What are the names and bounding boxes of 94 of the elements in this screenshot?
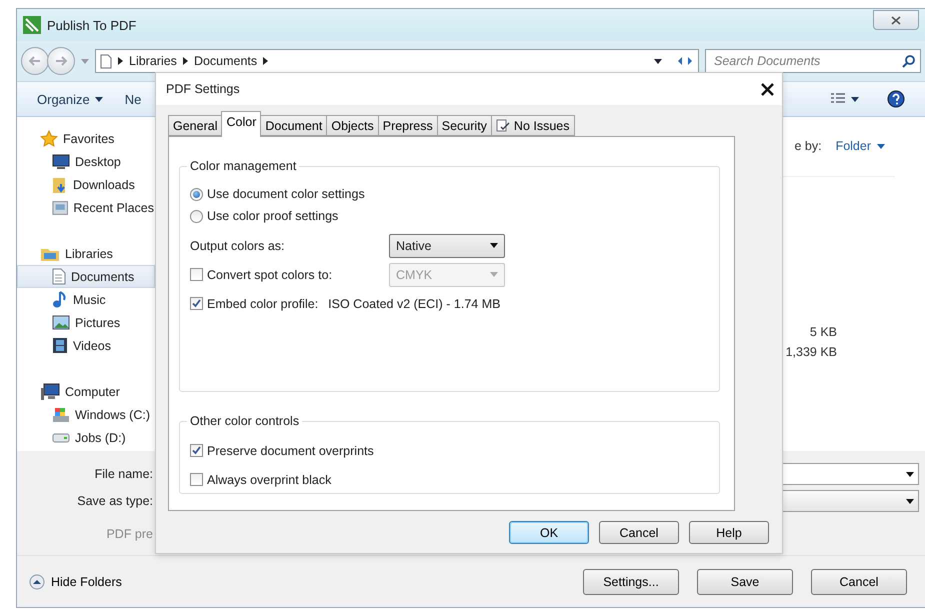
dialog-button[interactable]: Settings...	[583, 568, 679, 594]
dialog-title: PDF Settings	[166, 82, 240, 96]
monitor-icon	[52, 154, 70, 170]
app-logo-icon	[23, 16, 41, 34]
radio-button[interactable]	[190, 188, 203, 200]
tab[interactable]: Prepress	[378, 115, 438, 136]
tab[interactable]: Document	[260, 115, 328, 136]
option-label: Convert spot colors to:	[207, 268, 332, 282]
caret-icon	[877, 144, 885, 148]
field-label: File name:	[94, 466, 153, 483]
arrange-dropdown[interactable]: Folder	[836, 139, 885, 153]
close-button[interactable]	[761, 82, 774, 96]
option-label: Preserve document overprints	[207, 444, 374, 458]
sidebar-item[interactable]: Libraries	[17, 242, 155, 265]
document-icon	[52, 268, 66, 285]
address-bar[interactable]: Libraries Documents	[95, 49, 699, 73]
arrow-right-icon	[182, 57, 188, 65]
close-button[interactable]	[873, 10, 919, 30]
tab[interactable]: Security	[436, 115, 492, 136]
profile-name: ISO Coated v2 (ECI) - 1.74 MB	[328, 296, 500, 310]
dialog-button[interactable]: Save	[697, 568, 793, 594]
dialog-button[interactable]: OK	[509, 521, 589, 544]
sidebar-item[interactable]: Music	[17, 288, 155, 311]
checkbox[interactable]	[190, 297, 203, 310]
dialog-button[interactable]: Cancel	[599, 521, 679, 544]
option-label: Embed color profile:	[207, 296, 318, 310]
checkbox[interactable]	[190, 473, 203, 486]
sidebar-item[interactable]: Jobs (D:)	[17, 426, 155, 449]
folder-download-icon	[52, 176, 68, 194]
file-size: 5 KB	[810, 325, 837, 339]
field-label: Output colors as:	[190, 238, 286, 252]
tab[interactable]: No Issues	[490, 115, 575, 136]
list-view-icon	[830, 93, 846, 105]
caret-icon	[490, 272, 498, 277]
option-label: Use document color settings	[207, 187, 365, 201]
checklist-icon	[496, 119, 510, 132]
group-title: Color management	[189, 159, 298, 173]
drive-icon	[52, 432, 70, 442]
computer-icon	[40, 382, 60, 400]
dialog-button[interactable]: Help	[689, 521, 769, 544]
film-icon	[52, 337, 68, 354]
search-icon	[902, 55, 915, 68]
sidebar-item[interactable]: Windows (C:)	[17, 403, 155, 426]
option-label: Use color proof settings	[207, 209, 338, 223]
organize-menu[interactable]: Organize	[37, 92, 103, 106]
forward-arrow-icon	[55, 56, 67, 66]
drive-icon	[52, 406, 70, 422]
close-icon	[761, 82, 774, 96]
arrow-right-icon	[263, 57, 268, 65]
sidebar-item[interactable]: Favorites	[17, 127, 155, 150]
collapse-icon	[29, 574, 45, 590]
breadcrumb[interactable]: Libraries	[129, 54, 177, 68]
file-size: 1,339 KB	[786, 345, 837, 359]
tab[interactable]: General	[168, 115, 222, 136]
caret-icon	[490, 243, 498, 248]
field-label: Save as type:	[76, 493, 153, 510]
document-icon	[100, 54, 112, 68]
radio-button[interactable]	[190, 210, 203, 222]
star-icon	[40, 130, 58, 148]
image-icon	[52, 315, 70, 330]
caret-icon	[94, 96, 103, 102]
caret-icon	[906, 498, 914, 504]
arrange-by-label: e by:	[794, 139, 822, 153]
dialog-button[interactable]: Cancel	[811, 568, 907, 594]
field-label: PDF pre	[105, 526, 153, 543]
search-field[interactable]: Search Documents	[705, 49, 921, 73]
group-title: Other color controls	[189, 414, 300, 428]
new-folder-button[interactable]: Ne	[124, 92, 142, 106]
view-menu[interactable]	[830, 93, 859, 105]
sidebar-item[interactable]: Desktop	[17, 150, 155, 173]
option-label: Always overprint black	[207, 472, 332, 486]
close-icon	[891, 16, 901, 24]
sidebar-item[interactable]: Documents	[17, 265, 155, 288]
help-icon[interactable]	[887, 90, 905, 108]
output-colors-dropdown[interactable]: Native	[389, 234, 505, 258]
caret-icon	[906, 472, 914, 476]
music-note-icon	[52, 290, 68, 308]
sidebar-item[interactable]: Recent Places	[17, 196, 155, 219]
arrow-right-icon	[118, 57, 123, 65]
tab[interactable]: Color	[221, 111, 262, 137]
sidebar-item[interactable]: Computer	[17, 380, 155, 403]
breadcrumb[interactable]: Documents	[194, 54, 258, 68]
tab[interactable]: Objects	[326, 115, 379, 136]
address-caret-icon	[654, 58, 662, 64]
sidebar-item[interactable]: Pictures	[17, 311, 155, 334]
sidebar-item[interactable]: Videos	[17, 334, 155, 357]
window-title: Publish To PDF	[47, 18, 138, 32]
back-arrow-icon	[29, 56, 41, 66]
caret-icon	[851, 96, 859, 102]
checkbox[interactable]	[190, 444, 203, 457]
recent-places-icon	[52, 200, 68, 216]
hide-folders-button[interactable]: Hide Folders	[29, 574, 122, 590]
sidebar-item[interactable]: Downloads	[17, 173, 155, 196]
history-caret-icon	[81, 58, 89, 64]
